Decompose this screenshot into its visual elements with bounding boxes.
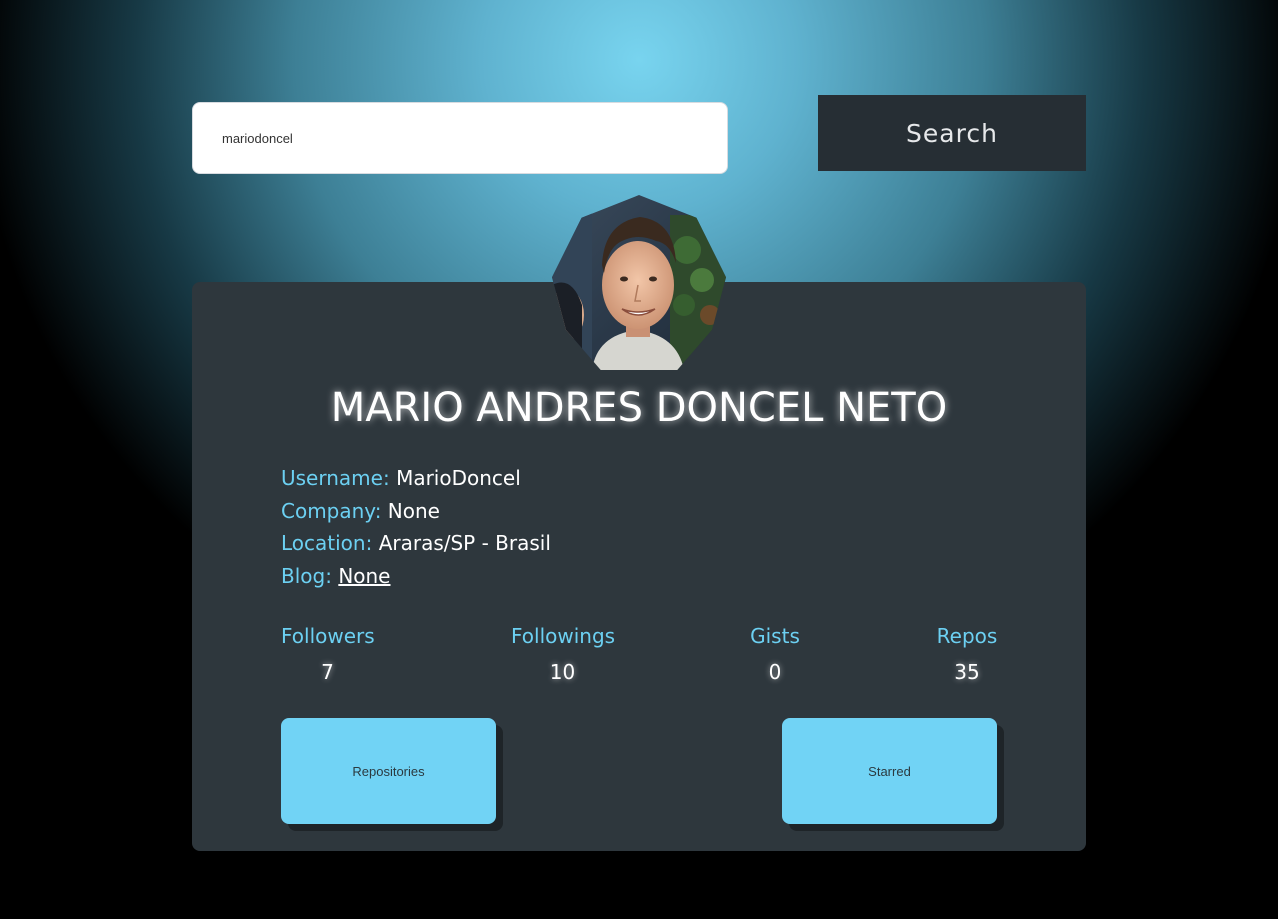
stat-repos-value: 35: [954, 660, 980, 684]
stat-followings-value: 10: [549, 660, 576, 684]
stat-gists-label: Gists: [750, 624, 800, 648]
search-button[interactable]: Search: [818, 95, 1086, 171]
username-row: Username: MarioDoncel: [281, 462, 551, 495]
stat-repos-label: Repos: [936, 624, 998, 648]
avatar: [552, 195, 726, 370]
username-label: Username:: [281, 466, 390, 490]
company-value: None: [387, 498, 440, 523]
stat-followings: Followings 10: [511, 621, 616, 687]
stat-followers: Followers 7: [281, 621, 375, 687]
location-value: Araras/SP - Brasil: [378, 531, 551, 555]
location-label: Location:: [281, 531, 373, 555]
blog-link[interactable]: None: [338, 564, 390, 588]
stat-gists-value: 0: [768, 660, 782, 684]
stat-followers-label: Followers: [281, 624, 375, 648]
search-input[interactable]: [220, 102, 700, 174]
location-row: Location: Araras/SP - Brasil: [281, 527, 551, 560]
repositories-button[interactable]: Repositories: [281, 718, 496, 824]
stat-followers-value: 7: [321, 660, 334, 684]
company-label: Company:: [281, 498, 382, 523]
stat-followings-label: Followings: [511, 624, 616, 648]
user-photo-icon: [552, 195, 726, 370]
stat-repos: Repos 35: [932, 621, 1002, 687]
company-row: Company: None: [281, 495, 551, 528]
blog-label: Blog:: [281, 563, 332, 588]
starred-button[interactable]: Starred: [782, 718, 997, 824]
stat-gists: Gists 0: [745, 621, 805, 687]
profile-name: MARIO ANDRES DONCEL NETO: [330, 385, 948, 431]
username-value: MarioDoncel: [396, 466, 521, 490]
profile-details: Username: MarioDoncel Company: None Loca…: [281, 462, 551, 592]
blog-row: Blog: None: [281, 560, 551, 593]
search-box[interactable]: [192, 102, 728, 174]
